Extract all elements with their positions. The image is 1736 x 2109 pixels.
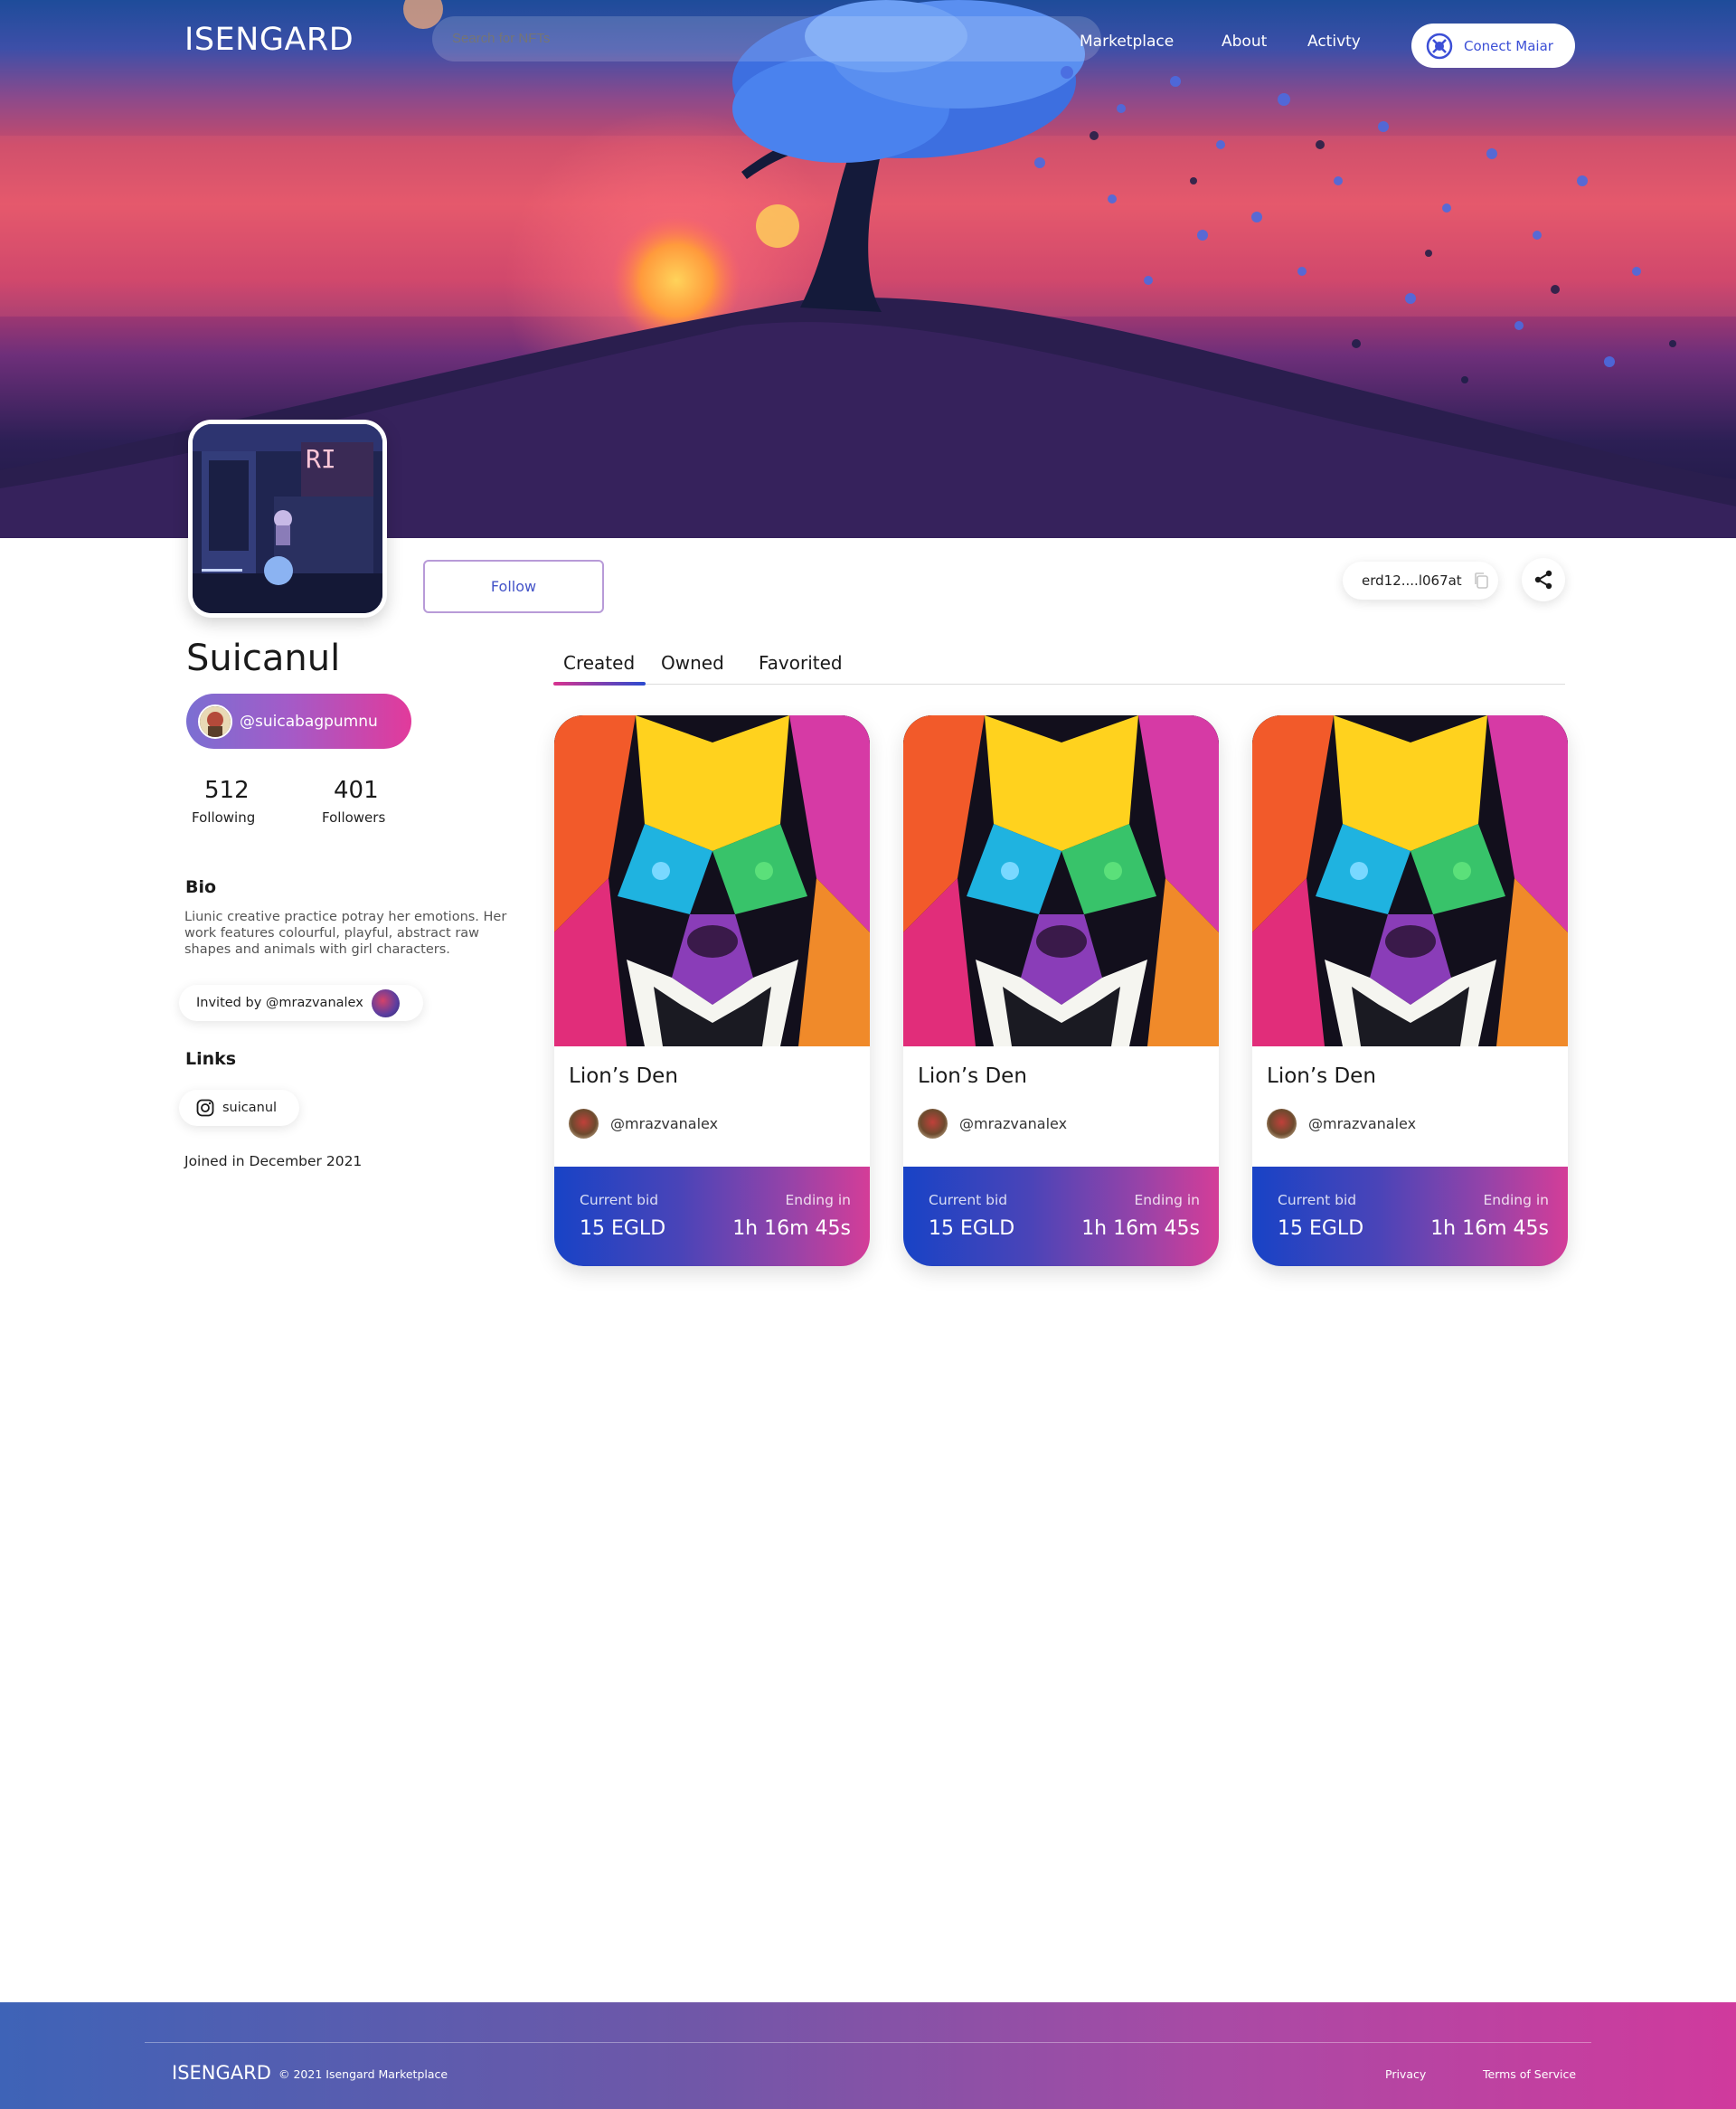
ending-in-label: Ending in (1134, 1192, 1200, 1208)
nav-about[interactable]: About (1222, 33, 1267, 51)
profile-avatar: RI (188, 420, 387, 618)
search-input[interactable] (432, 16, 1101, 61)
avatar-artwork: RI (193, 424, 382, 613)
nft-card[interactable]: Lion’s Den @mrazvanalex Current bid 15 E… (1252, 715, 1568, 1266)
owner-handle: @mrazvanalex (959, 1115, 1068, 1132)
bio-text: Liunic creative practice potray her emot… (184, 910, 507, 957)
active-tab-indicator (553, 682, 646, 686)
following-count: 512 (204, 777, 250, 804)
copy-icon[interactable] (1473, 572, 1489, 590)
share-icon (1534, 570, 1552, 590)
nft-owner[interactable]: @mrazvanalex (569, 1109, 718, 1139)
owner-handle: @mrazvanalex (1308, 1115, 1417, 1132)
ending-in-value: 1h 16m 45s (1430, 1217, 1549, 1240)
bio-heading: Bio (185, 877, 217, 897)
current-bid-label: Current bid (929, 1192, 1008, 1208)
wallet-address-pill[interactable]: erd12....l067at (1343, 562, 1498, 600)
brand-logo[interactable]: ISENGARD (184, 22, 354, 58)
instagram-label: suicanul (222, 1101, 278, 1115)
instagram-icon (196, 1099, 214, 1117)
owner-avatar (569, 1109, 599, 1139)
tabs-divider (553, 684, 1565, 685)
share-button[interactable] (1522, 558, 1565, 601)
footer-privacy-link[interactable]: Privacy (1385, 2067, 1426, 2081)
followers-count: 401 (334, 777, 379, 804)
nft-image (554, 715, 870, 1046)
nft-owner[interactable]: @mrazvanalex (918, 1109, 1067, 1139)
nft-card[interactable]: Lion’s Den @mrazvanalex Current bid 15 E… (903, 715, 1219, 1266)
nav-activity[interactable]: Activty (1307, 33, 1361, 51)
connect-maiar-button[interactable]: Conect Maiar (1411, 24, 1575, 68)
ending-in-value: 1h 16m 45s (1081, 1217, 1200, 1240)
invited-by-text: Invited by @mrazvanalex (196, 996, 363, 1010)
owner-avatar (918, 1109, 948, 1139)
owner-avatar (1267, 1109, 1297, 1139)
profile-handle-pill[interactable]: @suicabagpumnu (186, 694, 411, 749)
nft-owner[interactable]: @mrazvanalex (1267, 1109, 1416, 1139)
profile-handle: @suicabagpumnu (240, 712, 378, 731)
ending-in-label: Ending in (1483, 1192, 1549, 1208)
nft-image (1252, 715, 1568, 1046)
footer-terms-link[interactable]: Terms of Service (1483, 2067, 1576, 2081)
links-heading: Links (185, 1049, 237, 1069)
instagram-link[interactable]: suicanul (179, 1090, 299, 1126)
ending-in-value: 1h 16m 45s (732, 1217, 851, 1240)
following-label[interactable]: Following (192, 809, 255, 826)
footer-divider (145, 2042, 1591, 2043)
site-footer: ISENGARD © 2021 Isengard Marketplace Pri… (0, 2002, 1736, 2109)
nft-title: Lion’s Den (1267, 1064, 1376, 1088)
nft-image (903, 715, 1219, 1046)
nft-title: Lion’s Den (569, 1064, 678, 1088)
current-bid-label: Current bid (1278, 1192, 1357, 1208)
svg-text:RI: RI (306, 444, 336, 474)
tab-owned[interactable]: Owned (661, 652, 724, 674)
footer-brand[interactable]: ISENGARD (172, 2062, 271, 2084)
inviter-avatar (371, 988, 400, 1017)
tab-favorited[interactable]: Favorited (759, 652, 843, 674)
follow-button[interactable]: Follow (423, 560, 604, 613)
auction-info: Current bid 15 EGLD Ending in 1h 16m 45s (903, 1167, 1219, 1266)
followers-label[interactable]: Followers (322, 809, 385, 826)
invited-by-pill[interactable]: Invited by @mrazvanalex (179, 985, 423, 1021)
owner-handle: @mrazvanalex (610, 1115, 719, 1132)
nft-card[interactable]: Lion’s Den @mrazvanalex Current bid 15 E… (554, 715, 870, 1266)
current-bid-value: 15 EGLD (1278, 1217, 1364, 1240)
handle-avatar (198, 704, 232, 739)
wallet-address: erd12....l067at (1362, 572, 1462, 589)
nav-marketplace[interactable]: Marketplace (1080, 33, 1174, 51)
auction-info: Current bid 15 EGLD Ending in 1h 16m 45s (554, 1167, 870, 1266)
current-bid-value: 15 EGLD (580, 1217, 666, 1240)
current-bid-value: 15 EGLD (929, 1217, 1015, 1240)
maiar-icon (1426, 33, 1453, 59)
auction-info: Current bid 15 EGLD Ending in 1h 16m 45s (1252, 1167, 1568, 1266)
current-bid-label: Current bid (580, 1192, 659, 1208)
tab-created[interactable]: Created (563, 652, 635, 674)
footer-copyright: © 2021 Isengard Marketplace (278, 2067, 448, 2081)
connect-maiar-label: Conect Maiar (1464, 37, 1553, 54)
joined-date: Joined in December 2021 (184, 1153, 363, 1169)
profile-name: Suicanul (186, 638, 341, 679)
nft-title: Lion’s Den (918, 1064, 1027, 1088)
ending-in-label: Ending in (785, 1192, 851, 1208)
